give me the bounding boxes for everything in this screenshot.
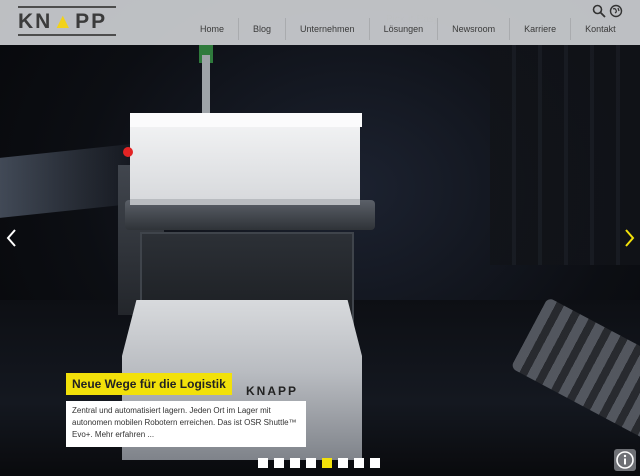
robot-crate [130,115,360,205]
slider-dot[interactable] [258,458,268,468]
slider-pagination [258,458,380,468]
slider-dot[interactable] [290,458,300,468]
emergency-stop-button [123,147,133,157]
slide-caption-body[interactable]: Zentral und automatisiert lagern. Jeden … [66,401,306,447]
nav-item-unternehmen[interactable]: Unternehmen [285,18,369,40]
language-icon[interactable] [609,4,623,18]
site-header: KN▲PP Pick-it-Easy Home Blog Unternehmen… [0,0,640,45]
slide-caption-title[interactable]: Neue Wege für die Logistik [66,373,232,395]
nav-item-karriere[interactable]: Karriere [509,18,570,40]
slider-dot[interactable] [274,458,284,468]
nav-item-home[interactable]: Home [186,18,238,40]
search-icon[interactable] [592,4,606,18]
nav-item-newsroom[interactable]: Newsroom [437,18,509,40]
slider-dot[interactable] [354,458,364,468]
slider-dot[interactable] [306,458,316,468]
slider-dot[interactable] [370,458,380,468]
knapp-logo[interactable]: KN▲PP [18,6,118,36]
logo-top-bar [18,6,116,8]
slider-dot[interactable] [338,458,348,468]
logo-text-left: KN [18,10,53,33]
logo-bottom-bar [18,34,116,36]
background-rack [490,45,640,265]
chevron-left-icon[interactable] [4,228,20,248]
robot-base-logo: KNAPP [246,384,299,398]
logo-wordmark: KN▲PP [18,10,108,33]
nav-item-loesungen[interactable]: Lösungen [368,18,438,40]
logo-triangle-icon: ▲ [52,10,76,33]
nav-item-kontakt[interactable]: Kontakt [570,18,630,40]
chevron-right-icon[interactable] [621,228,637,248]
logo-text-right: PP [75,10,108,33]
nav-item-blog[interactable]: Blog [238,18,285,40]
robot-crate-lip [130,113,362,127]
robot-pole [202,55,210,115]
main-nav: Home Blog Unternehmen Lösungen Newsroom … [186,18,630,40]
info-icon[interactable] [614,449,636,471]
slider-dot-active[interactable] [322,458,332,468]
